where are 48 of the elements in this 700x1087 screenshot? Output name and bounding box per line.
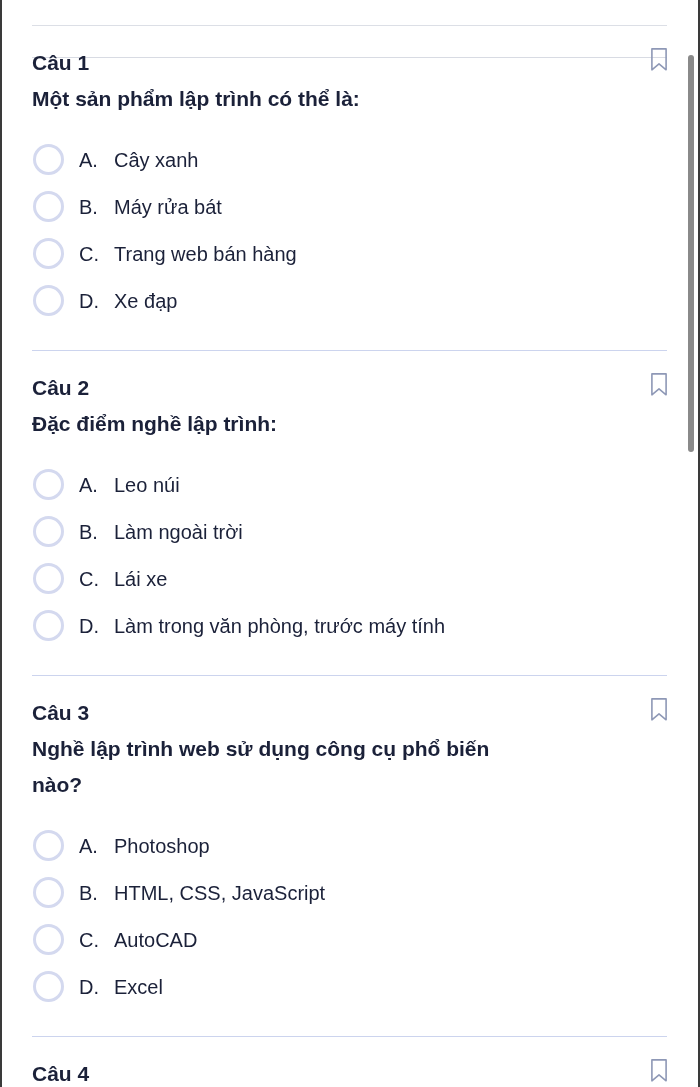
option-letter: B. [79,880,99,906]
option-text: Photoshop [114,833,210,859]
option-letter: D. [79,288,100,314]
radio-button[interactable] [33,830,64,861]
option-text: Cây xanh [114,147,199,173]
question-number: Câu 4 [32,1061,90,1087]
option-text: Máy rửa bát [114,194,222,220]
radio-button[interactable] [33,610,64,641]
option-letter: B. [79,194,99,220]
radio-button[interactable] [33,877,64,908]
option-text: Excel [114,974,163,1000]
option-text: Làm trong văn phòng, trước máy tính [114,613,446,639]
bookmark-icon[interactable] [651,698,667,721]
bookmark-icon[interactable] [651,48,667,71]
radio-button[interactable] [33,924,64,955]
option-letter: C. [79,241,100,267]
option-text: Lái xe [114,566,168,592]
option-text: Trang web bán hàng [114,241,297,267]
option-letter: C. [79,566,100,592]
question-number: Câu 3 [32,700,90,726]
question-text: Đặc điểm nghề lập trình: [32,411,279,437]
question-text: Một sản phẩm lập trình có thể là: [32,86,361,112]
radio-button[interactable] [33,516,64,547]
radio-button[interactable] [33,469,64,500]
question-number: Câu 2 [32,375,90,401]
radio-button[interactable] [33,238,64,269]
radio-button[interactable] [33,191,64,222]
option-text: Làm ngoài trời [114,519,243,545]
question-number: Câu 1 [32,50,90,76]
bookmark-icon[interactable] [651,1059,667,1082]
radio-button[interactable] [33,563,64,594]
option-letter: D. [79,974,100,1000]
option-letter: A. [79,147,99,173]
option-text: HTML, CSS, JavaScript [114,880,326,906]
option-text: Leo núi [114,472,180,498]
option-letter: C. [79,927,100,953]
bookmark-icon[interactable] [651,373,667,396]
option-text: AutoCAD [114,927,198,953]
radio-button[interactable] [33,144,64,175]
question-text: Nghề lập trình web sử dụng công cụ phổ biến nào? [32,736,491,798]
radio-button[interactable] [33,971,64,1002]
option-letter: D. [79,613,100,639]
option-letter: A. [79,472,99,498]
radio-button[interactable] [33,285,64,316]
option-text: Xe đạp [114,288,178,314]
option-letter: B. [79,519,99,545]
scrollbar-thumb[interactable] [688,55,694,452]
option-letter: A. [79,833,99,859]
